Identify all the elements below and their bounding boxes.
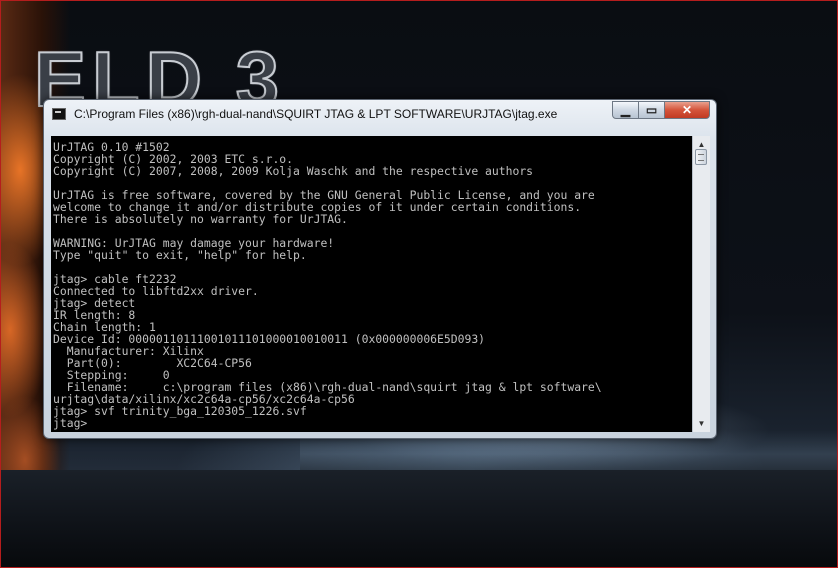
minimize-button[interactable]: ▁ <box>612 101 639 119</box>
wallpaper-ground <box>0 470 838 568</box>
caption-buttons: ▁ ▭ ✕ <box>612 101 710 120</box>
console-line: Type "quit" to exit, "help" for help. <box>53 248 307 262</box>
scroll-up-icon: ▲ <box>697 140 706 149</box>
console-app-icon[interactable] <box>52 108 66 120</box>
maximize-button[interactable]: ▭ <box>639 101 665 119</box>
window-titlebar[interactable]: C:\Program Files (x86)\rgh-dual-nand\SQU… <box>44 100 716 128</box>
console-line: jtag> <box>53 416 88 430</box>
console-line: Copyright (C) 2007, 2008, 2009 Kolja Was… <box>53 164 534 178</box>
console-line: jtag> svf trinity_bga_120305_1226.svf <box>53 404 307 418</box>
minimize-icon: ▁ <box>620 103 631 117</box>
scroll-down-icon: ▼ <box>697 419 706 428</box>
console-text: UrJTAG 0.10 #1502 Copyright (C) 2002, 20… <box>51 136 692 429</box>
close-icon: ✕ <box>681 103 693 117</box>
console-output[interactable]: UrJTAG 0.10 #1502 Copyright (C) 2002, 20… <box>51 136 692 432</box>
vertical-scrollbar[interactable]: ▲ ▼ <box>692 136 710 432</box>
window-title: C:\Program Files (x86)\rgh-dual-nand\SQU… <box>74 107 558 121</box>
maximize-icon: ▭ <box>645 103 658 117</box>
scroll-thumb[interactable] <box>695 149 707 165</box>
console-line: There is absolutely no warranty for UrJT… <box>53 212 348 226</box>
console-window[interactable]: C:\Program Files (x86)\rgh-dual-nand\SQU… <box>43 99 717 439</box>
scroll-down-button[interactable]: ▼ <box>693 415 710 432</box>
close-button[interactable]: ✕ <box>665 101 710 119</box>
